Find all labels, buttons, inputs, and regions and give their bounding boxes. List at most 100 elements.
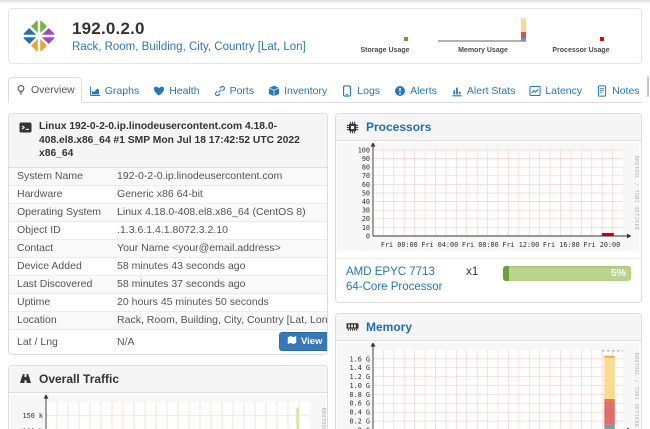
svg-text:Fri 16:00: Fri 16:00 — [543, 241, 580, 249]
page-top-edge — [0, 0, 650, 4]
processors-panel: Processors 1009080706050403020100Fri 00:… — [335, 113, 642, 303]
svg-text:30: 30 — [362, 207, 370, 215]
table-row: System Name192-0-2-0.ip.linodeuserconten… — [9, 168, 328, 186]
header-mini-graphs: Storage Usage Memory Usage Processor Usa… — [337, 15, 631, 57]
bar-chart-icon — [451, 85, 463, 97]
memory-panel-heading: Memory — [336, 314, 641, 341]
tab-notes[interactable]: Notes — [589, 78, 646, 103]
tab-health[interactable]: Health — [146, 78, 206, 103]
device-location-link[interactable]: Rack, Room, Building, City, Country [Lat… — [72, 41, 306, 53]
cpu-name-link[interactable]: AMD EPYC 7713 — [346, 266, 435, 278]
logs-icon — [341, 85, 353, 97]
system-table-body: System Name192-0-2-0.ip.linodeuserconten… — [9, 168, 328, 354]
traffic-panel-title: Overall Traffic — [39, 372, 119, 386]
row-value: Rack, Room, Building, City, Country [Lat… — [109, 311, 328, 329]
memory-panel-title: Memory — [366, 320, 412, 334]
memory-graph[interactable]: 1.6 G1.4 G1.2 G1.0 G0.8 G0.6 G0.4 G0.2 G… — [336, 341, 641, 429]
map-icon — [287, 335, 297, 348]
tab-logs[interactable]: Logs — [334, 78, 387, 103]
table-row: Lat / LngN/AView — [9, 329, 328, 354]
svg-text:60: 60 — [362, 181, 370, 189]
device-settings-button[interactable] — [648, 77, 649, 96]
svg-text:1.6 G: 1.6 G — [350, 355, 370, 363]
row-value: 58 minutes 37 seconds ago — [109, 275, 328, 293]
svg-text:RRDTOOL / TOBI OETIKER: RRDTOOL / TOBI OETIKER — [633, 156, 639, 231]
svg-text:RRDTOOL / TOBI OETIKER: RRDTOOL / TOBI OETIKER — [633, 353, 639, 428]
svg-text:Fri 12:00: Fri 12:00 — [502, 241, 539, 249]
tab-label: Inventory — [284, 85, 327, 97]
tab-overview[interactable]: Overview — [8, 77, 82, 103]
svg-text:RRDTOOL / TOBI OETIKER: RRDTOOL / TOBI OETIKER — [320, 407, 326, 429]
tab-alerts[interactable]: Alerts — [387, 78, 444, 103]
system-info-table: System Name192-0-2-0.ip.linodeuserconten… — [9, 168, 328, 354]
tab-label: Latency — [545, 85, 582, 97]
table-row: Uptime20 hours 45 minutes 50 seconds — [9, 293, 328, 311]
view-location-button[interactable]: View — [279, 332, 328, 351]
row-label: Uptime — [9, 293, 109, 311]
svg-text:90: 90 — [362, 155, 370, 163]
storage-usage-mini-graph[interactable]: Storage Usage — [337, 15, 433, 57]
svg-text:Fri 04:00: Fri 04:00 — [421, 241, 458, 249]
table-row: Object ID.1.3.6.1.4.1.8072.3.2.10 — [9, 221, 328, 239]
cpu-count: x1 — [466, 266, 478, 278]
tab-label: Graphs — [105, 85, 139, 97]
device-tab-bar: OverviewGraphsHealthPortsInventoryLogsAl… — [8, 76, 642, 103]
binoculars-icon — [19, 372, 32, 385]
table-row: HardwareGeneric x86 64-bit — [9, 185, 328, 203]
tab-label: Ports — [230, 85, 255, 97]
row-label: Device Added — [9, 257, 109, 275]
device-ip-title: 192.0.2.0 — [72, 19, 306, 39]
svg-text:0: 0 — [366, 232, 370, 240]
tab-alert-stats[interactable]: Alert Stats — [444, 78, 522, 103]
svg-text:Fri 00:00: Fri 00:00 — [381, 241, 418, 249]
system-panel-heading: Linux 192-0-2-0.ip.linodeusercontent.com… — [9, 114, 327, 168]
tab-actions-group — [647, 76, 649, 97]
memory-panel: Memory 1.6 G1.4 G1.2 G1.0 G0.8 G0.6 G0.4… — [335, 313, 642, 429]
tab-graphs[interactable]: Graphs — [82, 78, 146, 103]
row-label: Operating System — [9, 203, 109, 221]
tab-label: Notes — [612, 85, 639, 97]
line-chart-icon — [529, 85, 541, 97]
storage-usage-label: Storage Usage — [337, 47, 433, 54]
table-row: Last Discovered58 minutes 37 seconds ago — [9, 275, 328, 293]
row-label: Contact — [9, 239, 109, 257]
cpu-usage-bar-fill — [503, 266, 509, 281]
link-icon — [214, 85, 226, 97]
svg-text:150 k: 150 k — [23, 412, 43, 420]
alert-circle-icon — [394, 85, 406, 97]
svg-text:0.2 G: 0.2 G — [350, 417, 370, 425]
microchip-icon — [346, 121, 359, 134]
tab-ports[interactable]: Ports — [207, 78, 262, 103]
row-label: Object ID — [9, 221, 109, 239]
row-value: Linux 4.18.0-408.el8.x86_64 (CentOS 8) — [109, 203, 328, 221]
area-chart-icon — [89, 85, 101, 97]
memory-usage-mini-graph[interactable]: Memory Usage — [435, 15, 531, 57]
memory-icon — [346, 320, 359, 333]
svg-text:20: 20 — [362, 215, 370, 223]
table-row: Operating SystemLinux 4.18.0-408.el8.x86… — [9, 203, 328, 221]
overall-traffic-graph[interactable]: 150 k100 k50 k0RRDTOOL / TOBI OETIKER — [9, 393, 327, 429]
processors-graph[interactable]: 1009080706050403020100Fri 00:00Fri 04:00… — [336, 141, 641, 258]
table-row: LocationRack, Room, Building, City, Coun… — [9, 311, 328, 329]
row-value: 20 hours 45 minutes 50 seconds — [109, 293, 328, 311]
tab-inventory[interactable]: Inventory — [261, 78, 334, 103]
lightbulb-icon — [15, 84, 27, 96]
terminal-icon — [19, 121, 32, 139]
note-icon — [596, 85, 608, 97]
cpu-usage-percent: 5% — [611, 267, 626, 279]
processors-panel-heading: Processors — [336, 114, 641, 141]
processor-usage-mini-graph[interactable]: Processor Usage — [533, 15, 629, 57]
device-header: 192.0.2.0 Rack, Room, Building, City, Co… — [8, 8, 642, 64]
memory-usage-label: Memory Usage — [435, 47, 531, 54]
row-value: Your Name <your@email.address> — [109, 239, 328, 257]
svg-text:40: 40 — [362, 198, 370, 206]
cpu-usage-bar: 5% — [503, 266, 631, 281]
svg-text:0.4 G: 0.4 G — [350, 408, 370, 416]
svg-text:1.2 G: 1.2 G — [350, 373, 370, 381]
system-info-panel: Linux 192-0-2-0.ip.linodeusercontent.com… — [8, 113, 328, 355]
row-value: .1.3.6.1.4.1.8072.3.2.10 — [109, 221, 328, 239]
row-value: Generic x86 64-bit — [109, 185, 328, 203]
processor-info-row: AMD EPYC 7713 x1 64-Core Processor 5% — [336, 258, 641, 302]
tab-latency[interactable]: Latency — [522, 78, 589, 103]
svg-text:Fri 08:00: Fri 08:00 — [462, 241, 499, 249]
